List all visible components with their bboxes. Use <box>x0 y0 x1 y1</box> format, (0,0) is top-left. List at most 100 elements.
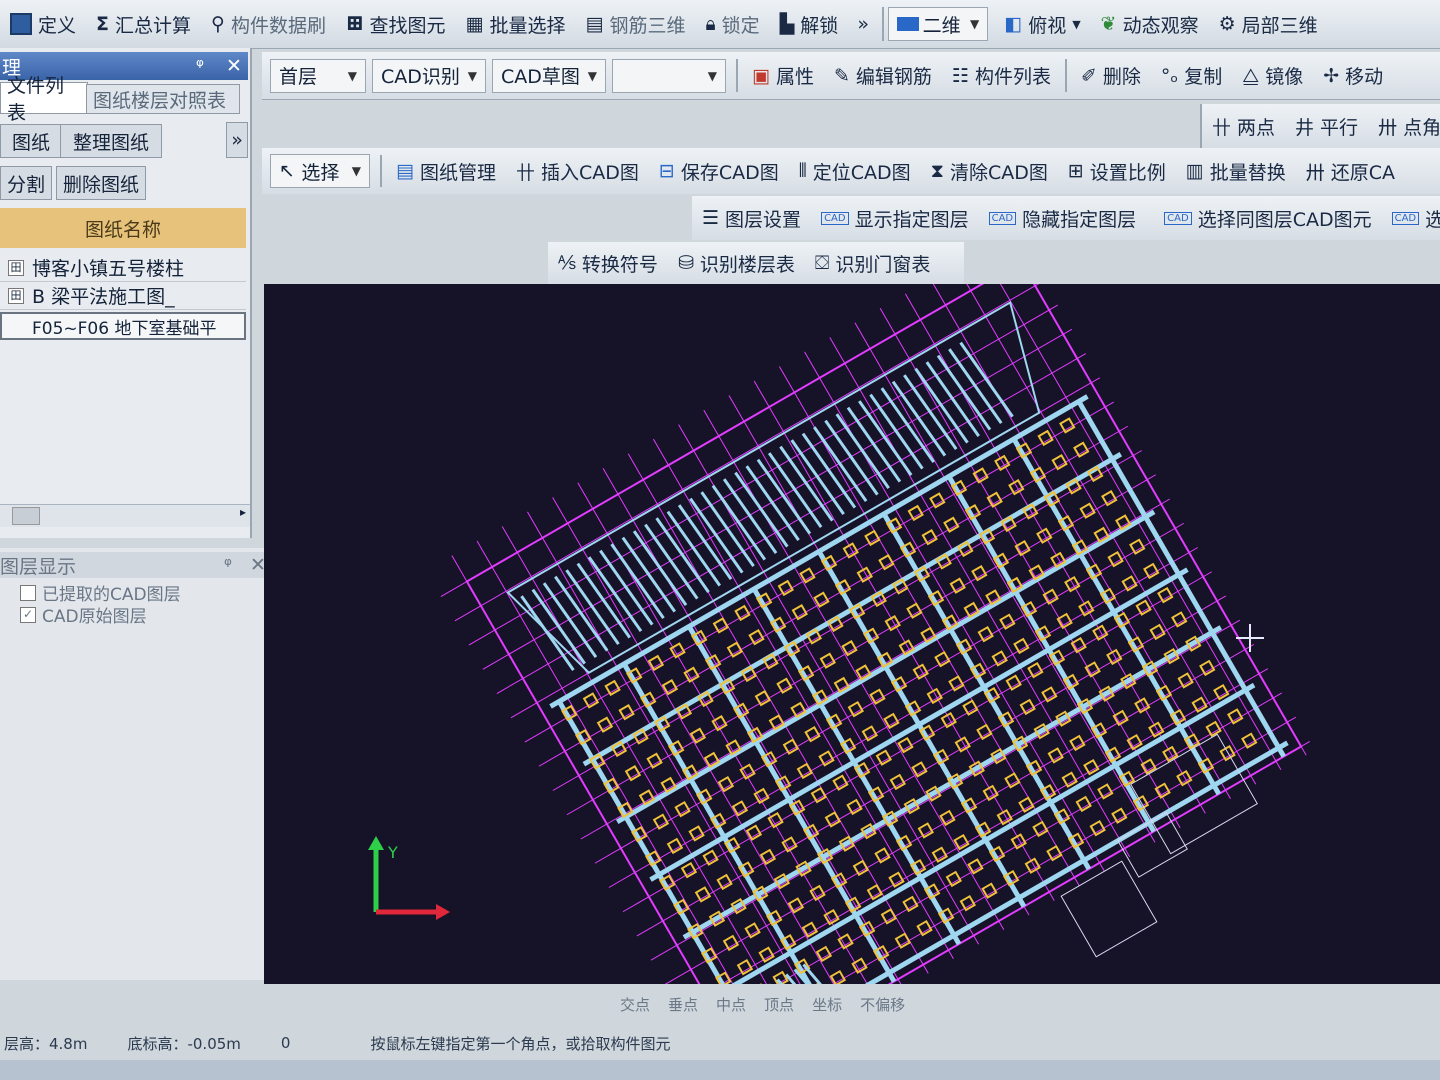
layer-panel-title: 图层显示 ᵠ ✕ <box>0 552 268 578</box>
batch-replace-button[interactable]: ▥ 批量替换 <box>1176 148 1296 194</box>
column-cap <box>1154 782 1171 799</box>
column-cap <box>940 711 957 729</box>
unlock-button[interactable]: ▙ 解锁 <box>770 0 849 48</box>
checkbox-checked[interactable]: ✓ <box>20 606 36 623</box>
select-same-layer-button[interactable]: CAD 选择同图层CAD图元 <box>1154 196 1381 240</box>
move-button[interactable]: ✢ 移动 <box>1313 52 1393 99</box>
tab-floor-map[interactable]: 图纸楼层对照表 <box>86 84 240 114</box>
expand-icon[interactable]: 田 <box>8 259 24 276</box>
organize-drawing-button[interactable]: 整理图纸 <box>60 124 162 158</box>
save-cad-button[interactable]: ⊟ 保存CAD图 <box>649 148 789 194</box>
hatch-line <box>858 400 913 476</box>
column-cap <box>841 639 858 657</box>
find-element-button[interactable]: 𐌎 查找图元 <box>336 0 456 48</box>
drawing-row[interactable]: 田 B 梁平法施工图_ <box>0 282 246 310</box>
mirror-button[interactable]: ⧋ 镜像 <box>1232 52 1313 99</box>
local-3d-button[interactable]: ⚙ 局部三维 <box>1209 0 1328 48</box>
set-scale-button[interactable]: ⊞ 设置比例 <box>1058 148 1176 194</box>
property-button[interactable]: ▣ 属性 <box>742 52 824 99</box>
local-3d-icon: ⚙ <box>1218 13 1236 35</box>
expand-icon[interactable]: 田 <box>8 287 24 304</box>
recognize-door-button[interactable]: ⛋ 识别门窗表 <box>805 242 940 284</box>
add-drawing-button[interactable]: 图纸 <box>0 124 62 158</box>
component-select[interactable]: ▼ <box>612 58 726 93</box>
hatch-line <box>891 380 947 457</box>
snap-offset-select[interactable]: 不偏移 <box>860 994 905 1015</box>
pin-icon[interactable]: ᵠ <box>224 554 232 576</box>
sub-mode-select[interactable]: CAD草图 ▼ <box>492 58 606 93</box>
main-toolbar: 定义 Σ 汇总计算 ⚲ 构件数据刷 𐌎 查找图元 ▦ 批量选择 ▤ 钢筋三维 🔒… <box>0 0 1440 49</box>
snap-perpendicular[interactable]: 垂点 <box>668 994 698 1015</box>
column-cap <box>1036 527 1053 544</box>
delete-drawing-button[interactable]: 删除图纸 <box>56 166 146 200</box>
layer-item-original[interactable]: ✓ CAD原始图层 <box>20 602 147 627</box>
column-cap <box>1213 683 1230 701</box>
cad-drawing: Y <box>368 284 1311 984</box>
column-cap <box>921 528 938 546</box>
summary-calc-button[interactable]: Σ 汇总计算 <box>86 0 201 48</box>
tab-file-list[interactable]: 文件列表 <box>0 75 88 124</box>
column-cap <box>1157 586 1174 604</box>
floor-select[interactable]: 首层 ▼ <box>270 58 366 93</box>
restore-cad-button[interactable]: 卅 还原CA <box>1296 148 1405 194</box>
drawing-manage-button[interactable]: ▤ 图纸管理 <box>386 148 506 194</box>
scroll-thumb[interactable] <box>12 507 40 525</box>
column-cap <box>894 932 912 949</box>
copy-button[interactable]: °ₒ 复制 <box>1151 52 1232 99</box>
clear-cad-button[interactable]: ⧗ 清除CAD图 <box>921 148 1058 194</box>
column-cap <box>996 808 1013 826</box>
column-cap <box>967 858 984 875</box>
component-list-button[interactable]: ☷ 构件列表 <box>942 52 1061 99</box>
view-angle-button[interactable]: ◧ 俯视 ▼ <box>994 0 1090 48</box>
pin-icon[interactable]: ᵠ <box>196 55 204 77</box>
snap-midpoint[interactable]: 中点 <box>716 994 746 1015</box>
batch-select-button[interactable]: ▦ 批量选择 <box>456 0 576 48</box>
column-cap <box>837 933 854 950</box>
snap-vertex[interactable]: 顶点 <box>764 994 794 1015</box>
define-button[interactable]: 定义 <box>0 0 86 48</box>
close-icon[interactable]: ✕ <box>226 55 242 77</box>
show-layer-button[interactable]: CAD 显示指定图层 <box>811 196 979 240</box>
horizontal-scrollbar[interactable]: ▸ <box>0 504 250 527</box>
column-cap <box>954 736 971 753</box>
snap-intersection[interactable]: 交点 <box>620 994 650 1015</box>
restore-cad-icon: 卅 <box>1305 161 1325 184</box>
drawing-row-selected[interactable]: F05~F06 地下室基础平 <box>0 312 246 340</box>
column-cap <box>758 946 775 963</box>
view-mode-select[interactable]: 二维 ▼ <box>888 7 989 41</box>
lock-button[interactable]: 🔒︎ 锁定 <box>695 0 769 48</box>
select-tool[interactable]: ↖ 选择 ▼ <box>270 154 370 188</box>
select-cad-button[interactable]: CAD 选 <box>1382 196 1440 240</box>
cad-canvas[interactable]: Y <box>264 284 1440 984</box>
column-cap <box>748 628 765 646</box>
mode-select[interactable]: CAD识别 ▼ <box>372 58 486 93</box>
column-cap <box>716 873 733 891</box>
recognize-floor-button[interactable]: ⛁ 识别楼层表 <box>668 242 805 284</box>
locate-cad-button[interactable]: ⫴ 定位CAD图 <box>789 148 921 194</box>
parallel-button[interactable]: 井 平行 <box>1285 104 1368 148</box>
checkbox-unchecked[interactable] <box>20 584 36 601</box>
column-cap <box>624 764 642 782</box>
edit-rebar-button[interactable]: ✎ 编辑钢筋 <box>824 52 942 99</box>
lock-icon: 🔒︎ <box>705 13 716 35</box>
column-cap <box>1004 772 1021 789</box>
dynamic-view-button[interactable]: ❦ 动态观察 <box>1091 0 1209 48</box>
panel-expand-button[interactable]: » <box>226 122 248 158</box>
drawing-row[interactable]: 田 博客小镇五号楼柱 <box>0 254 246 282</box>
layer-settings-button[interactable]: ☰ 图层设置 <box>692 196 811 240</box>
snap-coordinate[interactable]: 坐标 <box>812 994 842 1015</box>
delete-button[interactable]: ✐ 删除 <box>1071 52 1151 99</box>
rebar-3d-button[interactable]: ▤ 钢筋三维 <box>576 0 696 48</box>
point-angle-button[interactable]: 卅 点角 <box>1368 104 1440 148</box>
insert-cad-button[interactable]: 卄 插入CAD图 <box>506 148 649 194</box>
column-cap <box>1046 844 1063 862</box>
toolbar-overflow-button[interactable]: » <box>848 0 878 48</box>
unlock-icon: ▙ <box>779 13 795 35</box>
toolbar-separator <box>380 154 382 188</box>
scroll-right-icon[interactable]: ▸ <box>240 505 246 519</box>
convert-symbol-button[interactable]: ⅍ 转换符号 <box>548 242 668 284</box>
hide-layer-button[interactable]: CAD 隐藏指定图层 <box>979 196 1147 240</box>
component-brush-button[interactable]: ⚲ 构件数据刷 <box>201 0 336 48</box>
two-point-button[interactable]: 卄 两点 <box>1202 104 1285 148</box>
split-drawing-button[interactable]: 分割 <box>0 166 52 200</box>
